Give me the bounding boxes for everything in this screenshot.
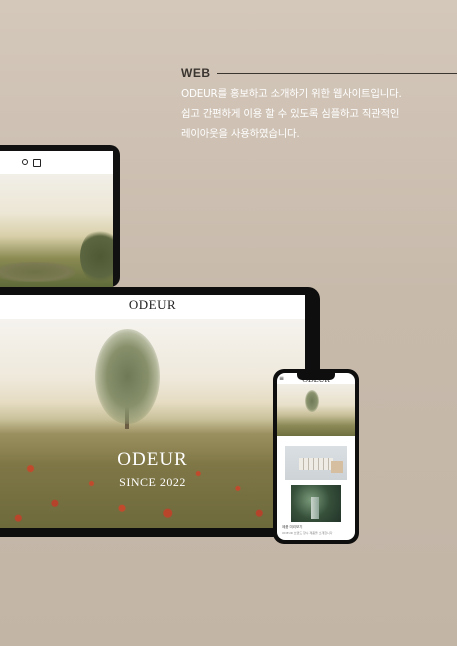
section-label: WEB — [181, 66, 211, 80]
laptop-screen — [0, 151, 113, 287]
description-line-2: 쉽고 간편하게 이용 할 수 있도록 심플하고 직관적인 — [181, 108, 400, 120]
product-box — [331, 461, 343, 473]
section-header: WEB — [181, 66, 457, 80]
tablet-mockup: ODEUR ODEUR SINCE 2022 — [0, 287, 320, 537]
laptop-mockup — [0, 145, 120, 287]
laptop-nav-icons — [22, 159, 41, 167]
phone-hero-tree — [305, 390, 319, 412]
phone-caption-title: 제품 미리보기 — [282, 525, 303, 529]
laptop-hero-image — [0, 174, 113, 287]
product-bottles — [299, 458, 333, 470]
phone-screen: ≡ ODEUR 제품 미리보기 ODEUR 브랜드 향수 제품을 소개합니다 — [277, 373, 355, 540]
hero-subtitle: SINCE 2022 — [119, 475, 186, 489]
hero-title: ODEUR — [117, 449, 188, 470]
phone-product-image-1[interactable] — [285, 446, 347, 480]
phone-hero-image — [277, 384, 355, 436]
tablet-screen: ODEUR ODEUR SINCE 2022 — [0, 295, 305, 528]
phone-product-image-2[interactable] — [291, 485, 341, 522]
user-icon[interactable] — [22, 159, 28, 165]
section-description: ODEUR를 홍보하고 소개하기 위한 웹사이트입니다. 쉽고 간편하게 이용 … — [181, 84, 457, 144]
description-line-3: 레이아웃을 사용하였습니다. — [181, 128, 300, 140]
tablet-hero-tree — [95, 329, 160, 424]
web-description-block: WEB ODEUR를 홍보하고 소개하기 위한 웹사이트입니다. 쉽고 간편하게… — [181, 66, 457, 144]
shopping-bag-icon[interactable] — [33, 159, 41, 167]
tablet-header: ODEUR — [0, 295, 305, 319]
phone-notch — [297, 373, 335, 380]
laptop-hero-hedge — [0, 262, 75, 282]
tablet-logo[interactable]: ODEUR — [0, 297, 305, 313]
laptop-hero-tree — [80, 229, 113, 284]
phone-caption-text: ODEUR 브랜드 향수 제품을 소개합니다 — [282, 531, 333, 535]
description-line-1: ODEUR를 홍보하고 소개하기 위한 웹사이트입니다. — [181, 88, 402, 100]
product-bottle — [311, 497, 319, 519]
tablet-hero-image: ODEUR SINCE 2022 — [0, 319, 305, 528]
phone-mockup: ≡ ODEUR 제품 미리보기 ODEUR 브랜드 향수 제품을 소개합니다 — [273, 369, 359, 544]
laptop-nav-bar — [0, 151, 113, 174]
section-divider — [216, 72, 457, 74]
